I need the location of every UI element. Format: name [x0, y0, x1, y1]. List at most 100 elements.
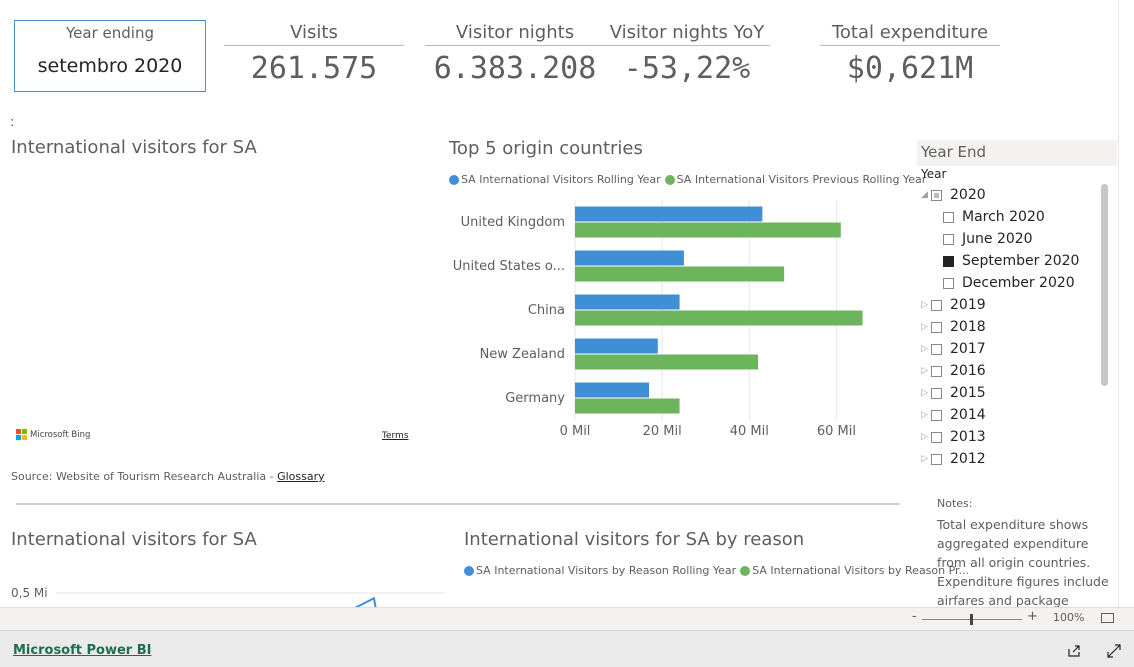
bing-logo: Microsoft Bing: [16, 429, 90, 440]
slicer-item-march-2020[interactable]: March 2020: [943, 206, 1045, 228]
top5-legend: SA International Visitors Rolling Year S…: [449, 173, 930, 186]
microsoft-logo-icon: [16, 429, 27, 440]
bar-rolling-year[interactable]: [575, 338, 658, 354]
category-label: China: [528, 303, 565, 318]
checkbox-icon[interactable]: [931, 365, 942, 377]
checkbox-icon[interactable]: [931, 453, 942, 465]
bar-rolling-year[interactable]: [575, 250, 684, 266]
fullscreen-icon[interactable]: [1107, 644, 1121, 658]
share-icon[interactable]: [1067, 644, 1081, 658]
zoom-in-button[interactable]: +: [1027, 609, 1038, 624]
slicer-item-label: December 2020: [962, 275, 1075, 291]
visitors-line-chart[interactable]: 0,5 Mi: [8, 555, 448, 607]
expand-chevron-icon[interactable]: ▷: [921, 454, 931, 464]
map-area[interactable]: [11, 165, 411, 445]
slicer-item-december-2020[interactable]: December 2020: [943, 272, 1075, 294]
legend-dot-icon: [449, 174, 459, 185]
legend-label-previous: SA International Visitors Previous Rolli…: [676, 173, 927, 186]
slicer-item-june-2020[interactable]: June 2020: [943, 228, 1033, 250]
visitor-nights-yoy-card: Visitor nights YoY -53,22%: [604, 22, 770, 86]
visits-underline: [224, 45, 404, 46]
source-text: Source: Website of Tourism Research Aust…: [11, 470, 278, 483]
checkbox-icon[interactable]: [943, 233, 954, 245]
powerbi-footer: Microsoft Power BI: [0, 630, 1134, 667]
zoom-slider-thumb[interactable]: [970, 614, 973, 625]
notes-panel: Notes: Total expenditure shows aggregate…: [937, 494, 1117, 607]
reason-legend-label-previous: SA International Visitors by Reason Pr..…: [752, 564, 970, 577]
collapse-chevron-icon[interactable]: ◢: [921, 190, 931, 200]
page-scrollbar[interactable]: [1118, 0, 1134, 607]
total-expenditure-underline: [820, 45, 1000, 46]
legend-label-rolling: SA International Visitors Rolling Year: [461, 173, 661, 186]
x-tick-label: 40 Mil: [730, 424, 769, 439]
slicer-item-label: June 2020: [962, 231, 1033, 247]
notes-heading: Notes:: [937, 497, 973, 510]
legend-item-rolling[interactable]: SA International Visitors Rolling Year: [449, 173, 661, 186]
top5-bar-chart[interactable]: 0 Mil 20 Mil 40 Mil 60 Mil United Kingdom Uni…: [440, 190, 900, 450]
checkbox-icon[interactable]: [931, 343, 942, 355]
top5-title: Top 5 origin countries: [449, 138, 643, 159]
year-ending-value: setembro 2020: [37, 55, 183, 77]
expand-chevron-icon[interactable]: ▷: [921, 322, 931, 332]
slicer-item-2018[interactable]: ▷ 2018: [921, 316, 986, 338]
expand-chevron-icon[interactable]: ▷: [921, 388, 931, 398]
bar-rolling-year[interactable]: [575, 206, 763, 222]
expand-chevron-icon[interactable]: ▷: [921, 366, 931, 376]
checkbox-icon[interactable]: [931, 431, 942, 443]
checkbox-icon[interactable]: [931, 321, 942, 333]
slicer-item-2019[interactable]: ▷ 2019: [921, 294, 986, 316]
checkbox-icon[interactable]: [931, 409, 942, 421]
checkbox-icon[interactable]: [931, 387, 942, 399]
powerbi-link[interactable]: Microsoft Power BI: [13, 643, 151, 658]
slicer-item-2014[interactable]: ▷ 2014: [921, 404, 986, 426]
visits-label: Visits: [290, 22, 338, 43]
bar-rolling-year[interactable]: [575, 382, 650, 398]
bar-previous-rolling-year[interactable]: [575, 398, 680, 414]
bar-previous-rolling-year[interactable]: [575, 310, 863, 326]
slicer-item-2020[interactable]: ◢ 2020: [921, 184, 986, 206]
slicer-item-2012[interactable]: ▷ 2012: [921, 448, 986, 470]
bar-previous-rolling-year[interactable]: [575, 266, 785, 282]
total-expenditure-card: Total expenditure $0,621M: [820, 22, 1000, 86]
reason-legend-item-rolling[interactable]: SA International Visitors by Reason Roll…: [464, 564, 736, 577]
slicer-item-september-2020[interactable]: September 2020: [943, 250, 1079, 272]
expand-chevron-icon[interactable]: ▷: [921, 410, 931, 420]
reason-legend: SA International Visitors by Reason Roll…: [464, 564, 973, 577]
glossary-link[interactable]: Glossary: [277, 470, 325, 483]
zoom-slider[interactable]: [922, 614, 1022, 625]
zoom-out-button[interactable]: -: [912, 609, 917, 624]
slicer-item-label: 2013: [950, 429, 986, 445]
checkbox-icon[interactable]: [943, 211, 954, 223]
checkbox-icon[interactable]: [931, 189, 942, 201]
bar-rolling-year[interactable]: [575, 294, 680, 310]
year-ending-card[interactable]: Year ending setembro 2020: [14, 20, 206, 92]
visitors-series-line[interactable]: [118, 596, 384, 607]
checkbox-icon[interactable]: [943, 255, 954, 267]
slicer-item-label: 2014: [950, 407, 986, 423]
checkbox-icon[interactable]: [943, 277, 954, 289]
expand-chevron-icon[interactable]: ▷: [921, 344, 931, 354]
slicer-item-label: 2012: [950, 451, 986, 467]
slicer-item-2013[interactable]: ▷ 2013: [921, 426, 986, 448]
slicer-item-2015[interactable]: ▷ 2015: [921, 382, 986, 404]
slicer-scrollbar[interactable]: [1101, 184, 1108, 386]
expand-chevron-icon[interactable]: ▷: [921, 300, 931, 310]
slicer-item-label: 2017: [950, 341, 986, 357]
expand-chevron-icon[interactable]: ▷: [921, 432, 931, 442]
fit-to-page-icon[interactable]: [1101, 613, 1114, 623]
legend-dot-icon: [464, 565, 474, 576]
x-tick-label: 20 Mil: [643, 424, 682, 439]
x-tick-label: 60 Mil: [817, 424, 856, 439]
bar-previous-rolling-year[interactable]: [575, 354, 758, 370]
report-canvas: Year ending setembro 2020 Visits 261.575…: [0, 0, 1118, 607]
terms-link[interactable]: Terms: [382, 431, 409, 441]
slicer-item-2017[interactable]: ▷ 2017: [921, 338, 986, 360]
slicer-item-label: 2018: [950, 319, 986, 335]
bar-previous-rolling-year[interactable]: [575, 222, 841, 238]
year-ending-label: Year ending: [66, 24, 154, 42]
legend-item-previous[interactable]: SA International Visitors Previous Rolli…: [664, 173, 927, 186]
reason-legend-item-previous[interactable]: SA International Visitors by Reason Pr..…: [740, 564, 969, 577]
visitor-nights-yoy-underline: [604, 45, 770, 46]
slicer-item-2016[interactable]: ▷ 2016: [921, 360, 986, 382]
checkbox-icon[interactable]: [931, 299, 942, 311]
